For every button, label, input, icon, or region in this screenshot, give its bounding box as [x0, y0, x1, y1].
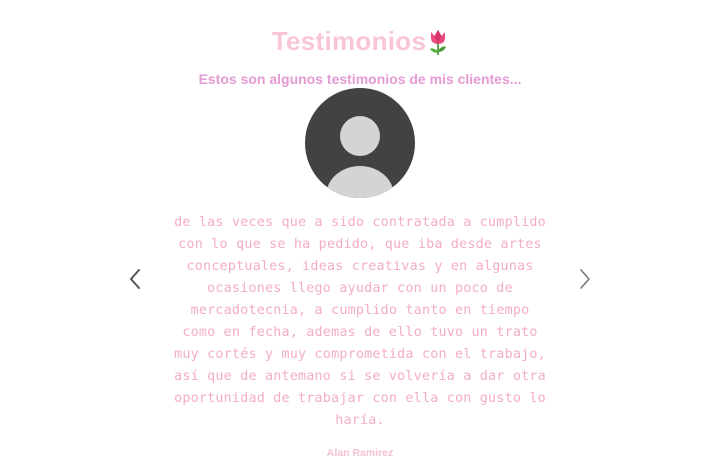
- previous-testimonial-button[interactable]: [124, 266, 146, 292]
- next-testimonial-button[interactable]: [574, 266, 596, 292]
- user-avatar: [305, 88, 415, 198]
- tulip-icon: [430, 29, 447, 55]
- chevron-left-icon: [130, 269, 140, 289]
- section-title-row: Testimonios: [0, 26, 720, 58]
- chevron-right-icon: [580, 269, 590, 289]
- section-title: Testimonios: [271, 26, 427, 56]
- testimonials-section: Testimonios Estos son algunos testimonio…: [0, 0, 720, 476]
- testimonial-author: Alan Ramirez: [326, 447, 394, 459]
- testimonial-text: de las veces que a sido contratada a cum…: [174, 215, 546, 428]
- section-subtitle: Estos son algunos testimonios de mis cli…: [198, 71, 522, 87]
